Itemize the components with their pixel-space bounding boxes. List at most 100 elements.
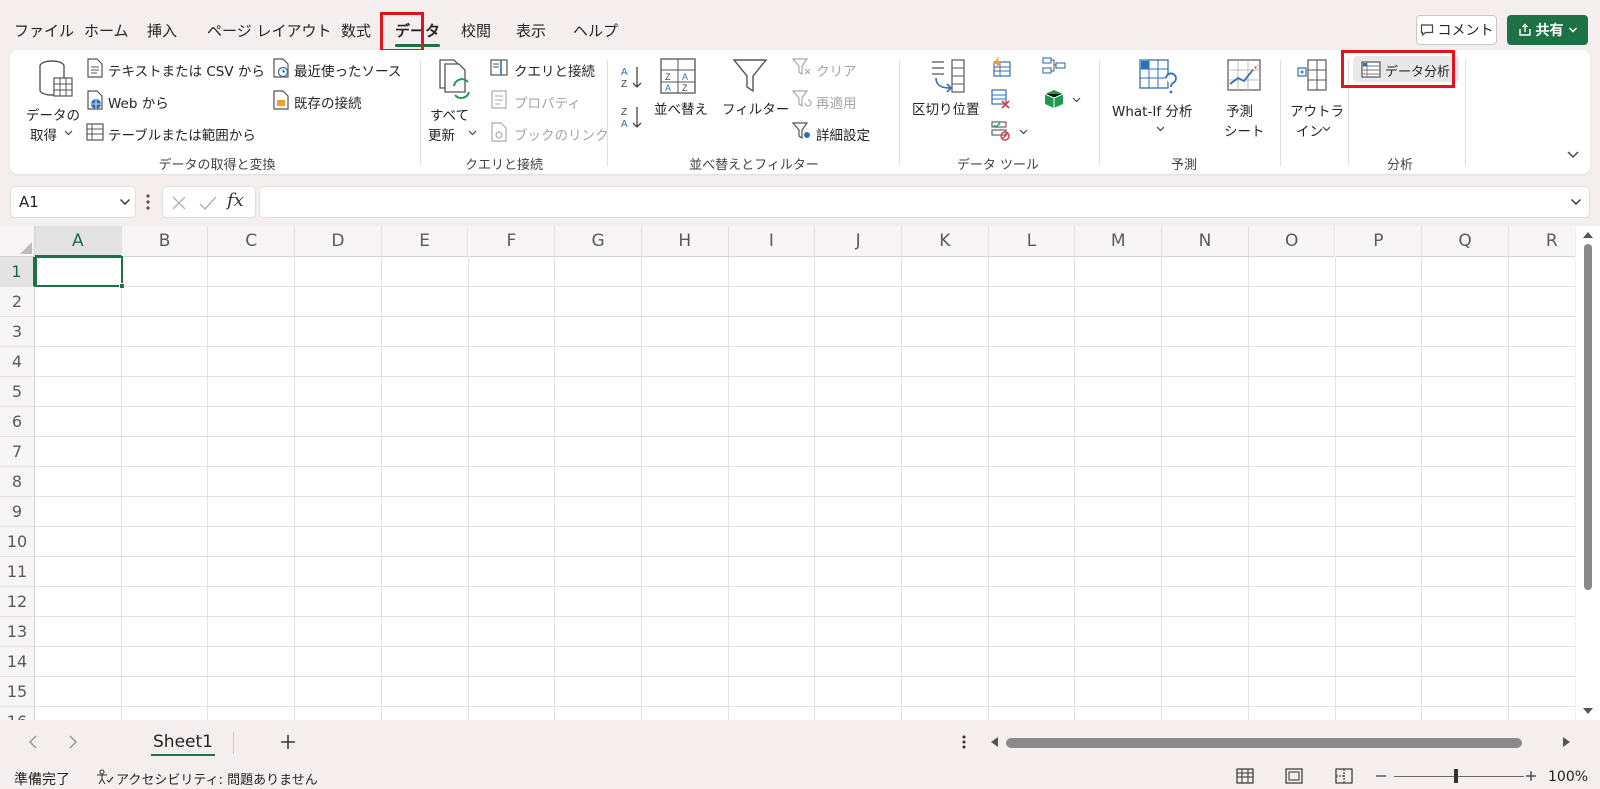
- tab-view[interactable]: 表示: [516, 20, 546, 41]
- text-to-columns-button[interactable]: 区切り位置: [908, 56, 988, 120]
- advanced-filter-button[interactable]: 詳細設定: [792, 122, 882, 144]
- more-options-icon[interactable]: [145, 193, 151, 211]
- get-data-button[interactable]: データの 取得: [20, 56, 80, 148]
- row-header-7[interactable]: 7: [0, 437, 35, 467]
- formula-input[interactable]: [259, 186, 1590, 218]
- existing-connections-button[interactable]: 既存の接続: [272, 90, 392, 112]
- column-header-j[interactable]: J: [815, 226, 902, 257]
- data-analysis-button[interactable]: データ分析: [1353, 56, 1459, 82]
- tab-help[interactable]: ヘルプ: [573, 20, 618, 41]
- data-model-button[interactable]: [1042, 88, 1086, 112]
- add-sheet-icon[interactable]: [280, 734, 296, 750]
- chevron-left-icon[interactable]: [28, 735, 38, 749]
- sort-button[interactable]: ZAAZ 並べ替え: [650, 56, 710, 118]
- zoom-slider-thumb[interactable]: [1454, 769, 1458, 783]
- page-break-view-icon[interactable]: [1335, 768, 1353, 784]
- consolidate-button[interactable]: [1042, 56, 1066, 78]
- filter-button[interactable]: フィルター: [722, 56, 789, 118]
- column-header-e[interactable]: E: [381, 226, 469, 257]
- tab-formulas[interactable]: 数式: [341, 20, 371, 41]
- from-table-button[interactable]: テーブルまたは範囲から: [86, 122, 261, 144]
- row-header-12[interactable]: 12: [0, 587, 35, 617]
- data-validation-button[interactable]: [990, 120, 1030, 142]
- row-header-15[interactable]: 15: [0, 677, 35, 707]
- row-header-14[interactable]: 14: [0, 647, 35, 677]
- tab-page-layout[interactable]: ページ レイアウト: [207, 20, 331, 41]
- column-header-k[interactable]: K: [902, 226, 989, 257]
- row-header-8[interactable]: 8: [0, 467, 35, 497]
- more-options-icon[interactable]: [961, 734, 967, 750]
- column-header-b[interactable]: B: [121, 226, 209, 257]
- row-header-2[interactable]: 2: [0, 287, 35, 317]
- column-header-g[interactable]: G: [555, 226, 642, 257]
- what-if-analysis-button[interactable]: What-If 分析: [1110, 56, 1210, 140]
- tab-insert[interactable]: 挿入: [147, 20, 177, 41]
- zoom-in-icon[interactable]: [1526, 771, 1536, 781]
- column-header-a[interactable]: A: [35, 226, 122, 257]
- tab-review[interactable]: 校閲: [461, 20, 491, 41]
- selected-cell[interactable]: [35, 256, 123, 287]
- column-header-r[interactable]: R: [1508, 226, 1575, 257]
- row-header-4[interactable]: 4: [0, 347, 35, 377]
- column-header-f[interactable]: F: [468, 226, 556, 257]
- row-header-6[interactable]: 6: [0, 407, 35, 437]
- column-header-o[interactable]: O: [1248, 226, 1336, 257]
- spreadsheet-grid[interactable]: ABCDEFGHIJKLMNOPQR 1 2 3 4 5 6 7 8 9 10 11 12 13 14 15…: [0, 226, 1575, 720]
- column-header-i[interactable]: I: [728, 226, 816, 257]
- zoom-slider-track[interactable]: [1394, 776, 1524, 777]
- flash-fill-button[interactable]: [990, 56, 1014, 78]
- row-header-10[interactable]: 10: [0, 527, 35, 557]
- refresh-all-button[interactable]: すべて 更新: [428, 56, 484, 148]
- insert-function-button[interactable]: fx: [227, 190, 244, 211]
- row-header-9[interactable]: 9: [0, 497, 35, 527]
- share-button[interactable]: 共有: [1507, 15, 1588, 45]
- column-header-p[interactable]: P: [1335, 226, 1423, 257]
- zoom-out-icon[interactable]: [1376, 775, 1386, 777]
- column-header-n[interactable]: N: [1162, 226, 1249, 257]
- from-text-csv-button[interactable]: テキストまたは CSV から: [86, 58, 265, 80]
- sort-descending-button[interactable]: ZA: [620, 104, 644, 130]
- normal-view-icon[interactable]: [1236, 768, 1254, 784]
- row-header-5[interactable]: 5: [0, 377, 35, 407]
- row-header-1[interactable]: 1: [0, 257, 35, 287]
- column-header-h[interactable]: H: [641, 226, 729, 257]
- remove-duplicates-button[interactable]: [990, 88, 1014, 110]
- select-all-corner[interactable]: [0, 226, 35, 257]
- row-header-11[interactable]: 11: [0, 557, 35, 587]
- row-header-16[interactable]: 16: [0, 707, 35, 720]
- column-header-l[interactable]: L: [988, 226, 1076, 257]
- zoom-level[interactable]: 100%: [1548, 769, 1588, 785]
- sort-ascending-button[interactable]: AZ: [620, 64, 644, 90]
- column-header-d[interactable]: D: [295, 226, 382, 257]
- recent-sources-button[interactable]: 最近使ったソース: [272, 58, 412, 80]
- comment-button[interactable]: コメント: [1416, 15, 1497, 45]
- column-header-c[interactable]: C: [208, 226, 296, 257]
- column-header-m[interactable]: M: [1075, 226, 1163, 257]
- scroll-left-icon[interactable]: [989, 736, 999, 748]
- vertical-scroll-thumb[interactable]: [1584, 244, 1592, 590]
- outline-button[interactable]: アウトラ イン: [1286, 56, 1344, 140]
- from-web-button[interactable]: Web から: [86, 90, 186, 112]
- scroll-right-icon[interactable]: [1562, 736, 1572, 748]
- enter-icon[interactable]: [199, 195, 217, 211]
- tab-data-label: データ: [395, 22, 441, 40]
- tab-home[interactable]: ホーム: [84, 20, 129, 41]
- tab-file[interactable]: ファイル: [14, 20, 74, 41]
- tab-data[interactable]: データ: [395, 20, 441, 47]
- scroll-down-icon[interactable]: [1582, 706, 1594, 716]
- sheet-tab-sheet1[interactable]: Sheet1: [138, 728, 228, 758]
- cancel-icon[interactable]: [171, 195, 187, 211]
- row-header-13[interactable]: 13: [0, 617, 35, 647]
- forecast-sheet-button[interactable]: 予測 シート: [1216, 56, 1276, 140]
- fill-handle[interactable]: [119, 283, 125, 289]
- name-box[interactable]: A1: [10, 186, 136, 218]
- column-header-q[interactable]: Q: [1422, 226, 1509, 257]
- chevron-down-icon[interactable]: [1570, 198, 1582, 206]
- horizontal-scroll-thumb[interactable]: [1006, 738, 1522, 748]
- ribbon-expand-icon[interactable]: [1566, 150, 1580, 160]
- queries-connections-button[interactable]: クエリと接続: [490, 58, 600, 80]
- page-layout-view-icon[interactable]: [1285, 768, 1303, 784]
- scroll-up-icon[interactable]: [1582, 230, 1594, 240]
- chevron-right-icon[interactable]: [68, 735, 78, 749]
- row-header-3[interactable]: 3: [0, 317, 35, 347]
